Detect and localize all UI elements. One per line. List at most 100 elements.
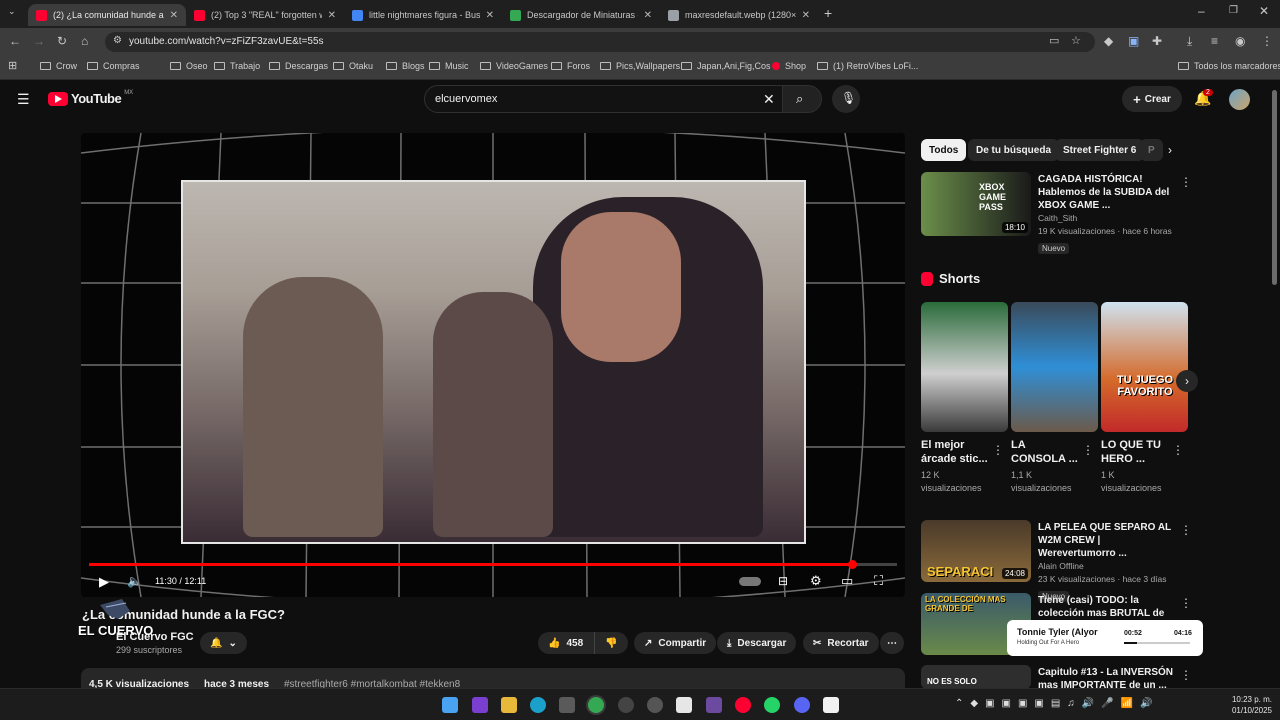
short-thumbnail[interactable]: TU JUEGO FAVORITO	[1101, 302, 1188, 432]
video-thumbnail[interactable]: XBOX GAME PASS 18:10	[921, 172, 1031, 236]
bookmark-item[interactable]: VideoGames	[480, 61, 548, 71]
edge-icon[interactable]	[530, 697, 546, 713]
browser-tab[interactable]: little nightmares figura - Buscar ✕	[344, 4, 502, 26]
back-icon[interactable]: ←	[9, 34, 21, 48]
short-item[interactable]: LO QUE TU HERO ... 1 K visualizaciones	[1101, 438, 1169, 495]
notion-icon[interactable]	[823, 697, 839, 713]
play-icon[interactable]: ▶	[99, 574, 109, 590]
close-tab-icon[interactable]: ✕	[486, 10, 494, 21]
like-button[interactable]: 👍 458	[538, 632, 594, 654]
menu-icon[interactable]: ⋮	[1261, 34, 1273, 48]
bookmark-item[interactable]: Oseo	[170, 61, 208, 71]
bookmark-item[interactable]: Otaku	[333, 61, 373, 71]
channel-name[interactable]: El Cuervo FGC	[116, 631, 194, 643]
restore-button[interactable]: ❐	[1229, 5, 1238, 16]
youtube-logo[interactable]: YouTube MX	[48, 90, 133, 106]
hamburger-menu-icon[interactable]: ☰	[17, 91, 30, 108]
notifications-subscribe-button[interactable]: 🔔 ⌄	[200, 632, 247, 654]
bookmark-item[interactable]: Japan,Ani,Fig,Cos	[681, 61, 771, 71]
bookmark-item[interactable]: Foros	[551, 61, 590, 71]
new-tab-button[interactable]: +	[824, 5, 832, 21]
browser-tab[interactable]: Descargador de Miniaturas de Yo ✕	[502, 4, 660, 26]
chip-street-fighter-6[interactable]: Street Fighter 6	[1055, 139, 1145, 161]
search-button[interactable]: ⌕	[782, 85, 822, 113]
voice-search-button[interactable]: 🎙	[832, 85, 860, 113]
volume-icon[interactable]: 🔈	[127, 574, 142, 588]
short-thumbnail[interactable]	[1011, 302, 1098, 432]
bookmark-item[interactable]: Shop	[772, 61, 806, 71]
more-options-icon[interactable]: ⋮	[1180, 668, 1192, 682]
omnibox[interactable]: ⚙ youtube.com/watch?v=zFiZF3zavUE&t=55s …	[105, 32, 1095, 52]
short-item[interactable]: LA CONSOLA ... 1,1 K visualizaciones	[1011, 438, 1079, 495]
app-icon[interactable]	[647, 697, 663, 713]
fullscreen-icon[interactable]: ⛶	[874, 573, 883, 589]
profile-icon[interactable]: ◉	[1235, 34, 1245, 48]
video-player[interactable]: ▶ 🔈 11:30 / 12:11 ⊟ ⚙ ▭ ⛶	[81, 133, 905, 597]
avatar[interactable]	[1229, 89, 1250, 110]
extension-icon[interactable]: ◆	[1104, 34, 1113, 48]
create-button[interactable]: + Crear	[1122, 86, 1182, 112]
download-button[interactable]: ⤓ Descargar	[717, 632, 797, 654]
chip-de-tu-busqueda[interactable]: De tu búsqueda	[968, 139, 1060, 161]
progress-bar[interactable]	[89, 560, 897, 569]
scrubber-handle[interactable]	[847, 560, 857, 569]
bookmark-item[interactable]: Pics,Wallpapers	[600, 61, 680, 71]
file-explorer-icon[interactable]	[501, 697, 517, 713]
bookmark-item[interactable]: Compras	[87, 61, 140, 71]
close-tab-icon[interactable]: ✕	[170, 10, 178, 21]
bookmark-item[interactable]: (1) RetroVibes LoFi...	[817, 61, 918, 71]
tab-search-icon[interactable]: ⌄	[8, 6, 16, 17]
more-options-icon[interactable]: ⋮	[1180, 523, 1192, 537]
dislike-button[interactable]: 👎	[594, 632, 628, 654]
app-icon[interactable]	[676, 697, 692, 713]
browser-tab[interactable]: maxresdefault.webp (1280×720) ✕	[660, 4, 818, 26]
bookmark-item[interactable]: Music	[429, 61, 469, 71]
extensions-puzzle-icon[interactable]: ✚	[1152, 34, 1162, 48]
more-actions-button[interactable]: ⋯	[880, 632, 904, 654]
theater-mode-icon[interactable]: ▭	[841, 573, 853, 589]
bookmark-item[interactable]: Trabajo	[214, 61, 260, 71]
media-mini-player[interactable]: Tonnie Tyler (Alyor Holding Out For A He…	[1007, 620, 1203, 656]
bookmark-star-icon[interactable]: ☆	[1071, 34, 1081, 47]
chatgpt-icon[interactable]	[618, 697, 634, 713]
whatsapp-icon[interactable]	[764, 697, 780, 713]
autoplay-toggle[interactable]	[739, 577, 761, 586]
system-tray[interactable]: ⌃◆▣▣▣▣▤♫🔊🎤📶🔊	[955, 698, 1160, 709]
settings-gear-icon[interactable]: ⚙	[810, 573, 822, 589]
shorts-next-button[interactable]: ›	[1176, 370, 1198, 392]
short-item[interactable]: El mejor árcade stic... 12 K visualizaci…	[921, 438, 989, 495]
discord-icon[interactable]	[794, 697, 810, 713]
cast-icon[interactable]: ▭	[1049, 34, 1059, 47]
more-options-icon[interactable]: ⋮	[992, 443, 1004, 457]
app-icon[interactable]	[706, 697, 722, 713]
more-options-icon[interactable]: ⋮	[1180, 596, 1192, 610]
subtitles-icon[interactable]: ⊟	[778, 574, 788, 588]
media-icon[interactable]: ≡	[1211, 34, 1218, 48]
store-icon[interactable]	[559, 697, 575, 713]
more-options-icon[interactable]: ⋮	[1180, 175, 1192, 189]
close-tab-icon[interactable]: ✕	[802, 10, 810, 21]
extension-icon[interactable]: ▣	[1128, 34, 1139, 48]
more-options-icon[interactable]: ⋮	[1082, 443, 1094, 457]
taskbar-clock[interactable]: 10:23 p. m. 01/10/2025	[1232, 694, 1272, 716]
list-item[interactable]: LA PELEA QUE SEPARO AL W2M CREW | Wereve…	[1038, 521, 1178, 604]
clip-button[interactable]: ✂ Recortar	[803, 632, 879, 654]
home-icon[interactable]: ⌂	[81, 34, 88, 48]
more-options-icon[interactable]: ⋮	[1172, 443, 1184, 457]
all-bookmarks[interactable]: Todos los marcadores	[1178, 61, 1280, 71]
youtube-music-icon[interactable]	[735, 697, 751, 713]
forward-icon[interactable]: →	[33, 34, 45, 48]
close-window-button[interactable]: ✕	[1259, 4, 1269, 18]
chevron-right-icon[interactable]: ›	[1168, 143, 1172, 157]
app-icon[interactable]	[472, 697, 488, 713]
short-thumbnail[interactable]	[921, 302, 1008, 432]
bookmark-item[interactable]: Descargas	[269, 61, 328, 71]
close-tab-icon[interactable]: ✕	[644, 10, 652, 21]
downloads-icon[interactable]: ⤓	[1187, 34, 1192, 49]
clear-search-icon[interactable]: ✕	[763, 91, 775, 108]
site-info-icon[interactable]: ⚙	[113, 35, 122, 46]
share-button[interactable]: ↗ Compartir	[634, 632, 717, 654]
reload-icon[interactable]: ↻	[57, 34, 67, 48]
bookmark-item[interactable]: Crow	[40, 61, 77, 71]
video-thumbnail[interactable]: NO ES SOLO	[921, 665, 1031, 689]
